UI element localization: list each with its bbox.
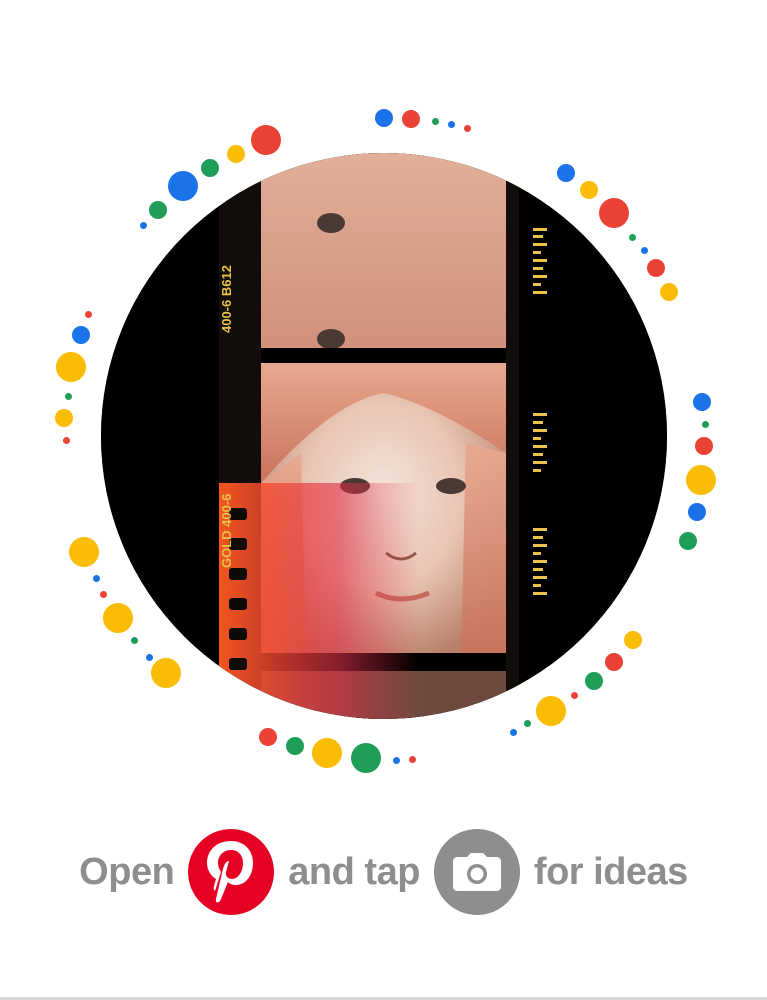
decorative-dot xyxy=(686,465,716,495)
decorative-dot xyxy=(312,738,342,768)
decorative-dot xyxy=(557,164,575,182)
decorative-dot xyxy=(695,437,713,455)
decorative-dot xyxy=(62,436,70,444)
decorative-dot xyxy=(509,728,517,736)
decorative-dot xyxy=(624,631,642,649)
decorative-dot xyxy=(679,532,697,550)
decorative-dot xyxy=(145,653,153,661)
scan-code-card: 400-6 B612 GOLD 400-6 Open and tap for i… xyxy=(0,0,767,1000)
decorative-dot xyxy=(599,198,629,228)
decorative-dot xyxy=(69,537,99,567)
decorative-dot xyxy=(447,120,455,128)
decorative-dot xyxy=(693,393,711,411)
decorative-dot xyxy=(392,756,400,764)
decorative-dot xyxy=(605,653,623,671)
decorative-dot xyxy=(628,233,636,241)
decorative-dot xyxy=(640,246,648,254)
camera-icon xyxy=(433,829,520,915)
decorative-dot xyxy=(701,420,709,428)
decorative-dot xyxy=(402,110,420,128)
film-code-top: 400-6 B612 xyxy=(219,265,234,333)
decorative-dot xyxy=(55,409,73,427)
decorative-dot xyxy=(351,743,381,773)
decorative-dot xyxy=(149,201,167,219)
decorative-dot xyxy=(130,636,138,644)
decorative-dot xyxy=(431,117,439,125)
decorative-dot xyxy=(151,658,181,688)
decorative-dot xyxy=(201,159,219,177)
for-ideas-label: for ideas xyxy=(533,851,688,893)
decorative-dot xyxy=(408,755,416,763)
decorative-dot xyxy=(585,672,603,690)
film-code-side: GOLD 400-6 xyxy=(219,494,234,568)
decorative-dot xyxy=(103,603,133,633)
decorative-dot xyxy=(92,574,100,582)
decorative-dot xyxy=(99,590,107,598)
instruction-row: Open and tap for ideas xyxy=(0,822,767,922)
decorative-dot xyxy=(286,737,304,755)
decorative-dot xyxy=(139,221,147,229)
open-label: Open xyxy=(79,851,175,893)
decorative-dot xyxy=(660,283,678,301)
decorative-dot xyxy=(72,326,90,344)
decorative-dot xyxy=(227,145,245,163)
pinterest-logo-icon xyxy=(188,829,275,915)
decorative-dot xyxy=(64,392,72,400)
decorative-dot xyxy=(463,124,471,132)
decorative-dot xyxy=(647,259,665,277)
decorative-dot xyxy=(523,719,531,727)
profile-photo: 400-6 B612 GOLD 400-6 xyxy=(101,153,667,719)
decorative-dot xyxy=(688,503,706,521)
decorative-dot xyxy=(56,352,86,382)
and-tap-label: and tap xyxy=(288,851,420,893)
decorative-dot xyxy=(570,691,578,699)
decorative-dot xyxy=(251,125,281,155)
decorative-dot xyxy=(375,109,393,127)
decorative-dot xyxy=(84,310,92,318)
decorative-dot xyxy=(536,696,566,726)
decorative-dot xyxy=(580,181,598,199)
decorative-dot xyxy=(168,171,198,201)
decorative-dot xyxy=(259,728,277,746)
